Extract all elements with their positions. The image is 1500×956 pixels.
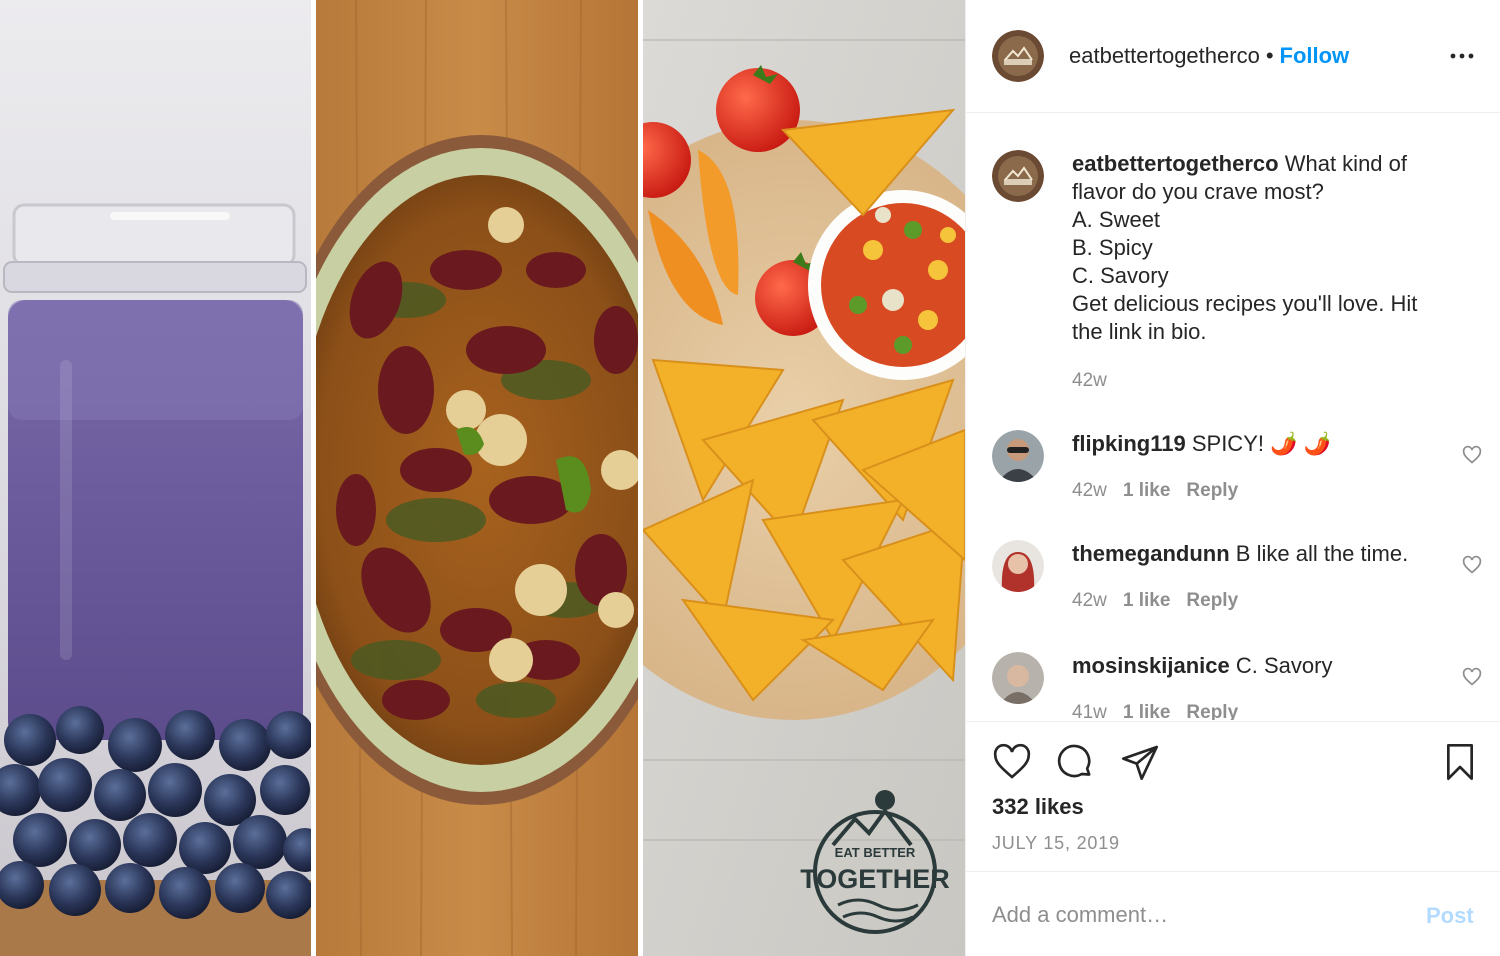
caption-username[interactable]: eatbettertogetherco: [1072, 151, 1279, 176]
comment-item: mosinskijanice C. Savory 41w 1 like Reply: [992, 652, 1482, 720]
comment-item: themegandunn B like all the time. 42w 1 l…: [992, 540, 1482, 640]
comment-time[interactable]: 42w: [1072, 590, 1107, 611]
comment-like-count[interactable]: 1 like: [1123, 480, 1171, 501]
logo-line1: EAT BETTER: [835, 845, 916, 860]
comment-meta: 42w 1 like Reply: [1072, 480, 1254, 502]
post-sidebar: eatbettertogetherco • Follow eatbettertoge…: [965, 0, 1500, 956]
post-actions: 332 likes JULY 15, 2019: [966, 721, 1500, 871]
author-avatar[interactable]: [992, 30, 1044, 82]
follow-button[interactable]: Follow: [1280, 43, 1350, 68]
caption-text: eatbettertogetherco What kind of flavor …: [1072, 150, 1472, 346]
comment-time[interactable]: 42w: [1072, 480, 1107, 501]
commenter-avatar[interactable]: [992, 430, 1044, 482]
post-date[interactable]: JULY 15, 2019: [992, 833, 1120, 854]
caption-line: the link in bio.: [1072, 319, 1207, 344]
logo-line2: TOGETHER: [800, 864, 950, 894]
comment-input[interactable]: [992, 900, 1392, 930]
post-header: eatbettertogetherco • Follow: [966, 0, 1500, 113]
caption-avatar[interactable]: [992, 150, 1044, 202]
share-paper-plane-icon[interactable]: [1120, 742, 1160, 782]
commenter-avatar[interactable]: [992, 540, 1044, 592]
comment-text: mosinskijanice C. Savory: [1072, 652, 1472, 680]
comment-body: C. Savory: [1235, 653, 1333, 678]
reply-button[interactable]: Reply: [1186, 590, 1238, 611]
comment-meta: 42w 1 like Reply: [1072, 590, 1254, 612]
post-comment-button[interactable]: Post: [1426, 903, 1474, 929]
comment-bubble-icon[interactable]: [1055, 742, 1095, 782]
smoothie-photo: [0, 0, 311, 956]
commenter-avatar[interactable]: [992, 652, 1044, 704]
comment-like-count[interactable]: 1 like: [1123, 590, 1171, 611]
comment-username[interactable]: flipking119: [1072, 431, 1186, 456]
comment-text: flipking119 SPICY! 🌶️ 🌶️: [1072, 430, 1472, 458]
caption-line: flavor do you crave most?: [1072, 179, 1324, 204]
save-bookmark-icon[interactable]: [1440, 742, 1480, 782]
comment-like-heart-icon[interactable]: [1462, 667, 1482, 687]
comment-time[interactable]: 41w: [1072, 702, 1107, 720]
comment-like-heart-icon[interactable]: [1462, 555, 1482, 575]
comment-item: flipking119 SPICY! 🌶️ 🌶️ 42w 1 like Reply: [992, 430, 1482, 530]
comments-list[interactable]: eatbettertogetherco What kind of flavor …: [966, 114, 1500, 720]
reply-button[interactable]: Reply: [1186, 702, 1238, 720]
like-heart-icon[interactable]: [992, 742, 1032, 782]
caption-meta: 42w: [1072, 370, 1123, 392]
like-count[interactable]: 332 likes: [992, 794, 1084, 820]
bean-stew-photo: [316, 0, 638, 956]
reply-button[interactable]: Reply: [1186, 480, 1238, 501]
comment-text: themegandunn B like all the time.: [1072, 540, 1472, 568]
comment-body: SPICY! 🌶️ 🌶️: [1191, 431, 1331, 456]
comment-username[interactable]: mosinskijanice: [1072, 653, 1230, 678]
comment-username[interactable]: themegandunn: [1072, 541, 1230, 566]
caption-line: What kind of: [1284, 151, 1407, 176]
caption-line: A. Sweet: [1072, 207, 1161, 232]
more-options-icon[interactable]: [1450, 44, 1474, 68]
caption-time[interactable]: 42w: [1072, 370, 1107, 391]
header-username-row: eatbettertogetherco • Follow: [1069, 43, 1349, 69]
header-username[interactable]: eatbettertogetherco: [1069, 43, 1260, 68]
caption-line: C. Savory: [1072, 263, 1169, 288]
caption-line: Get delicious recipes you'll love. Hit: [1072, 291, 1418, 316]
caption: eatbettertogetherco What kind of flavor …: [992, 150, 1482, 400]
comment-like-count[interactable]: 1 like: [1123, 702, 1171, 720]
post-media[interactable]: EAT BETTER TOGETHER: [0, 0, 965, 956]
comment-like-heart-icon[interactable]: [1462, 445, 1482, 465]
comment-meta: 41w 1 like Reply: [1072, 702, 1254, 720]
comment-body: B like all the time.: [1235, 541, 1409, 566]
caption-line: B. Spicy: [1072, 235, 1153, 260]
salsa-chips-photo: EAT BETTER TOGETHER: [643, 0, 965, 956]
separator-dot: •: [1265, 43, 1274, 68]
add-comment-bar: Post: [966, 871, 1500, 956]
